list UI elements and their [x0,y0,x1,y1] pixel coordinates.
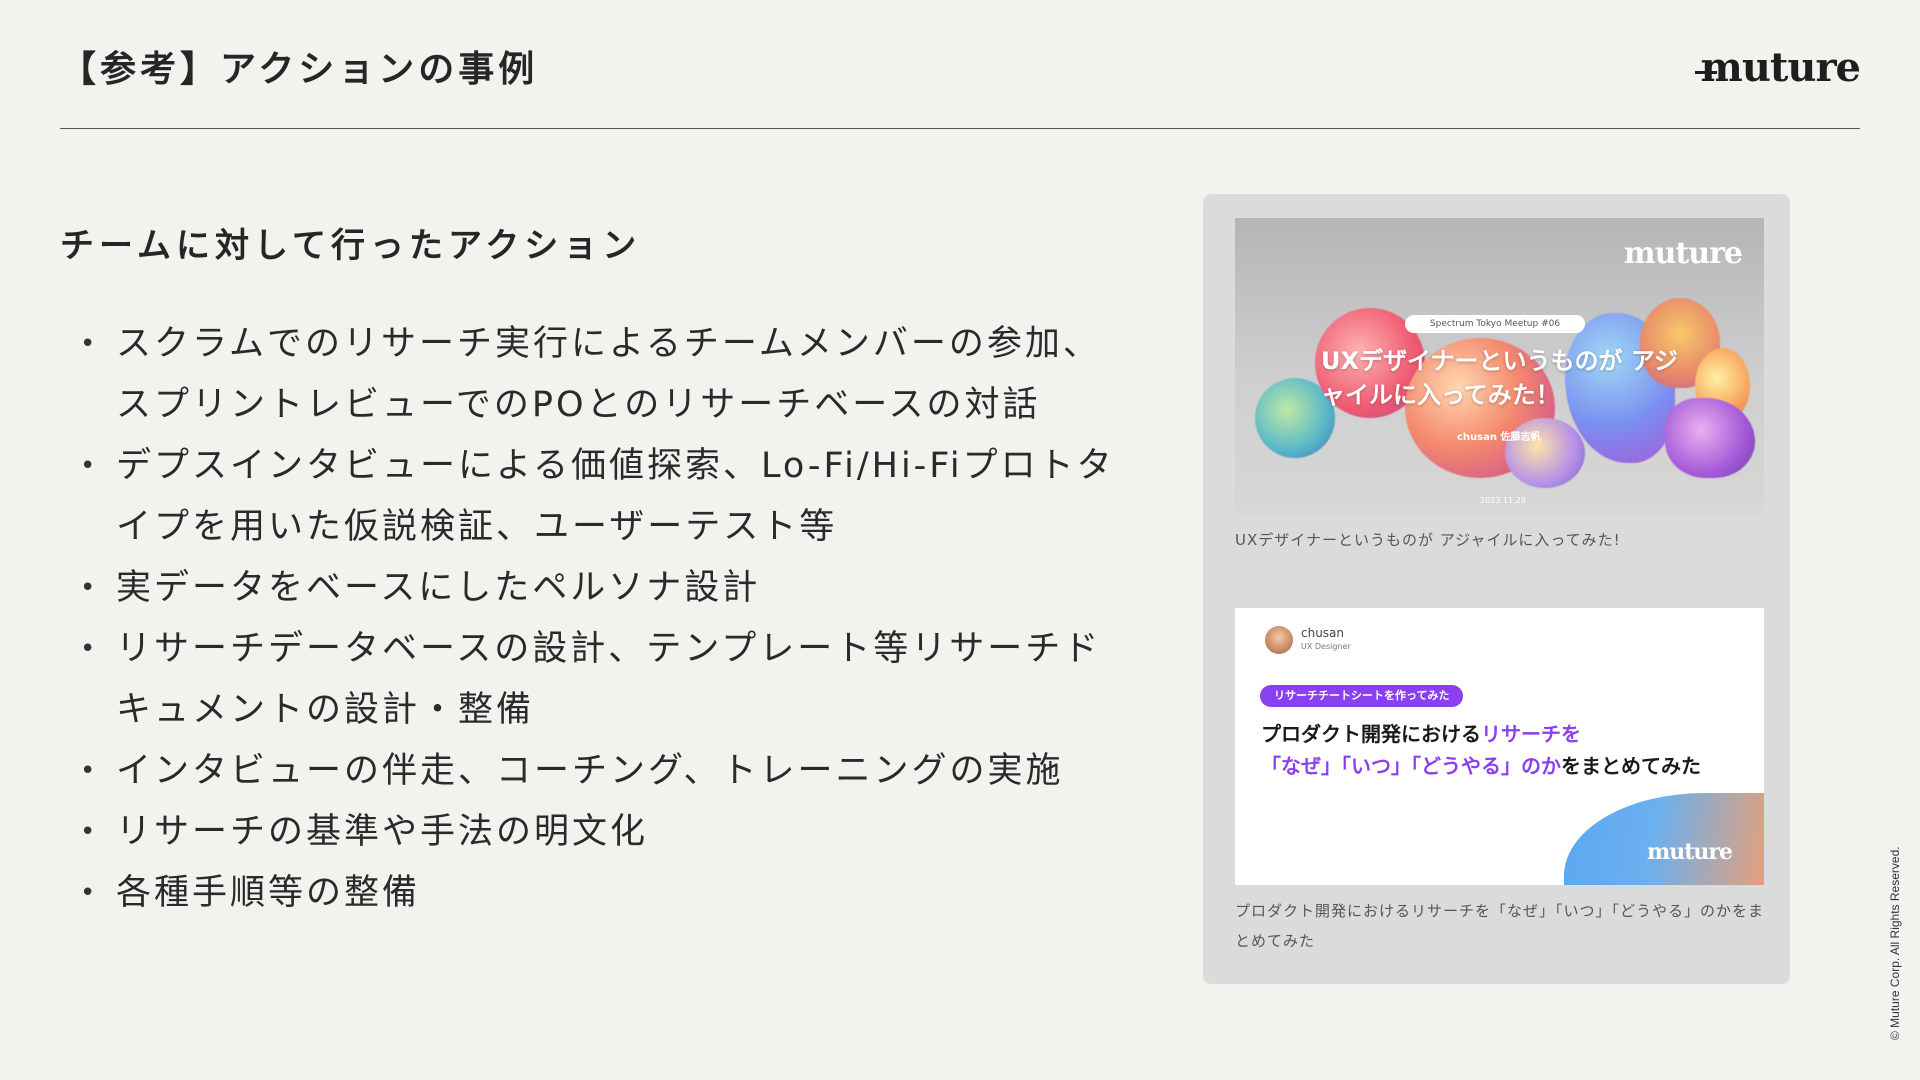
headline-accent: 「なぜ」「いつ」「どうやる」のか [1261,754,1561,778]
event-pill: Spectrum Tokyo Meetup #06 [1405,315,1585,333]
page-title: 【参考】アクションの事例 [60,49,539,90]
list-item: リサーチの基準や手法の明文化 [80,802,1130,863]
copyright-notice: © Muture Corp. All Rights Reserved. [1888,846,1902,1040]
thumbnail-caption: UXデザイナーというものが アジャイルに入ってみた! [1235,531,1621,549]
author-name: chusan [1301,626,1345,640]
reference-panel: muture Spectrum Tokyo Meetup #06 UXデザイナー… [1203,194,1790,984]
list-item: デプスインタビューによる価値探索、Lo-Fi/Hi-Fiプロトタイプを用いた仮説… [80,436,1130,558]
avatar [1265,626,1293,654]
list-item: インタビューの伴走、コーチング、トレーニングの実施 [80,741,1130,802]
action-list: スクラムでのリサーチ実行によるチームメンバーの参加、スプリントレビューでのPOと… [80,314,1130,924]
thumbnail-title: UXデザイナーというものが アジャイルに入ってみた！ [1321,347,1678,409]
headline-text: をまとめてみた [1561,754,1701,778]
thumbnail-logo: muture [1646,839,1733,865]
slide: 【参考】アクションの事例 muture チームに対して行ったアクション スクラム… [0,0,1920,1080]
list-item: リサーチデータベースの設計、テンプレート等リサーチドキュメントの設計・整備 [80,619,1130,741]
headline-text: プロダクト開発における [1261,722,1481,746]
section-heading: チームに対して行ったアクション [60,226,642,266]
muture-logo: muture [1694,44,1861,91]
list-item: 実データをベースにしたペルソナ設計 [80,558,1130,619]
list-item: スクラムでのリサーチ実行によるチームメンバーの参加、スプリントレビューでのPOと… [80,314,1130,436]
thumbnail-caption: プロダクト開発におけるリサーチを「なぜ」「いつ」「どうやる」のかをまとめてみた [1235,902,1765,950]
thumbnail-author: chusan 佐藤志帆 [1457,432,1541,443]
article-headline-line2: 「なぜ」「いつ」「どうやる」のかをまとめてみた [1261,750,1701,779]
headline-accent: リサーチを [1481,722,1581,746]
slide-thumbnail-agile[interactable]: muture Spectrum Tokyo Meetup #06 UXデザイナー… [1235,218,1764,514]
article-headline-line1: プロダクト開発におけるリサーチを [1261,718,1581,747]
article-thumbnail-research[interactable]: chusan UX Designer リサーチチートシートを作ってみた プロダク… [1235,608,1764,885]
thumbnail-date: 2023.11.29 [1480,496,1526,505]
article-tag: リサーチチートシートを作ってみた [1260,685,1464,707]
thumbnail-logo: muture [1623,236,1743,271]
list-item: 各種手順等の整備 [80,863,1130,924]
header-divider [60,128,1860,129]
author-role: UX Designer [1301,642,1351,651]
